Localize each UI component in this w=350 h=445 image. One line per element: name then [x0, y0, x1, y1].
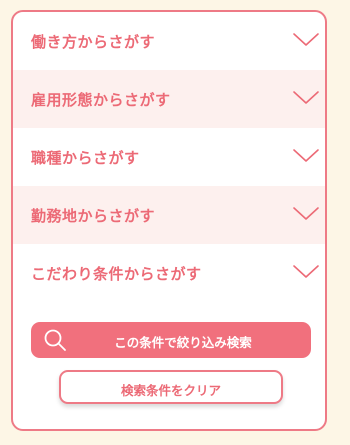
- chevron-down-icon: [293, 207, 319, 220]
- search-button[interactable]: この条件で絞り込み検索: [31, 322, 311, 358]
- chevron-down-icon: [293, 33, 319, 46]
- clear-button-label: 検索条件をクリア: [120, 383, 221, 398]
- search-filter-panel: 働き方からさがす 雇用形態からさがす 職種からさがす 勤務地からさがす こだわり…: [11, 10, 327, 431]
- filter-row-preferences[interactable]: こだわり条件からさがす: [13, 244, 325, 302]
- clear-conditions-button[interactable]: 検索条件をクリア: [59, 370, 283, 404]
- filter-row-employment-type[interactable]: 雇用形態からさがす: [13, 70, 325, 128]
- filter-row-job-type[interactable]: 職種からさがす: [13, 128, 325, 186]
- filter-label: 職種からさがす: [31, 149, 140, 167]
- filter-label: 働き方からさがす: [31, 33, 156, 51]
- search-button-label: この条件で絞り込み検索: [114, 335, 252, 350]
- filter-label: こだわり条件からさがす: [31, 265, 202, 283]
- filter-row-work-style[interactable]: 働き方からさがす: [13, 12, 325, 70]
- chevron-down-icon: [293, 265, 319, 278]
- chevron-down-icon: [293, 91, 319, 104]
- chevron-down-icon: [293, 149, 319, 162]
- filter-label: 雇用形態からさがす: [31, 91, 171, 109]
- filter-label: 勤務地からさがす: [31, 207, 156, 225]
- filter-row-location[interactable]: 勤務地からさがす: [13, 186, 325, 244]
